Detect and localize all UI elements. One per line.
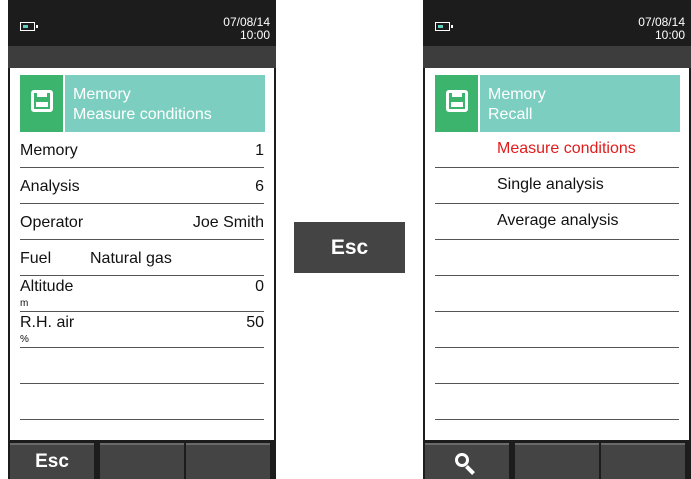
title-band [8, 46, 276, 68]
row-label: Operator [20, 214, 84, 231]
header-icon-box [435, 75, 480, 132]
function-keys [423, 440, 691, 479]
function-key-3[interactable] [186, 443, 270, 479]
row-rh-air: R.H. air % 50 [20, 312, 264, 348]
esc-label: Esc [35, 451, 69, 472]
battery-icon [20, 22, 38, 31]
row-label: Analysis [20, 178, 80, 195]
row-empty [20, 384, 264, 420]
screen: Memory Measure conditions Memory 1 Analy… [10, 68, 274, 440]
header-line-2: Measure conditions [73, 106, 212, 123]
row-empty [435, 348, 679, 384]
function-key-2[interactable] [515, 443, 599, 479]
screen: Memory Recall Measure conditions Single … [425, 68, 689, 440]
floppy-disk-icon [446, 90, 468, 112]
datetime: 07/08/14 10:00 [638, 16, 685, 42]
row-label: Fuel [20, 250, 52, 267]
floppy-disk-icon [31, 90, 53, 112]
menu-item-label: Measure conditions [497, 140, 636, 157]
row-unit: m [20, 298, 29, 309]
info-list: Memory 1 Analysis 6 Operator Joe Smith F… [20, 132, 264, 456]
menu-item-label: Single analysis [497, 176, 604, 193]
row-altitude: Altitude m 0 [20, 276, 264, 312]
esc-key[interactable]: Esc [294, 222, 405, 273]
battery-icon [435, 22, 453, 31]
magnifier-handle [465, 465, 475, 475]
device-right: 07/08/14 10:00 Memory Recall Measure con… [423, 0, 691, 479]
header-line-1: Memory [73, 86, 131, 103]
esc-button[interactable]: Esc [10, 443, 94, 479]
row-empty [435, 276, 679, 312]
row-value: Natural gas [90, 250, 172, 267]
function-key-3[interactable] [601, 443, 685, 479]
row-value: 0 [255, 278, 264, 295]
row-label: Memory [20, 142, 78, 159]
row-memory: Memory 1 [20, 132, 264, 168]
row-empty [20, 348, 264, 384]
recall-menu: Measure conditions Single analysis Avera… [435, 132, 679, 456]
row-empty [435, 312, 679, 348]
row-label: R.H. air [20, 314, 75, 331]
row-operator: Operator Joe Smith [20, 204, 264, 240]
status-bar: 07/08/14 10:00 [8, 0, 276, 46]
row-value: 6 [255, 178, 264, 195]
datetime: 07/08/14 10:00 [223, 16, 270, 42]
function-key-2[interactable] [100, 443, 184, 479]
device-left: 07/08/14 10:00 Memory Measure conditions… [8, 0, 276, 479]
menu-header: Memory Recall [435, 75, 680, 132]
row-empty [435, 240, 679, 276]
menu-item-average-analysis[interactable]: Average analysis [435, 204, 679, 240]
header-icon-box [20, 75, 65, 132]
header-line-2: Recall [488, 106, 533, 123]
header-title: Memory Recall [488, 85, 546, 125]
time: 10:00 [239, 28, 270, 42]
row-analysis: Analysis 6 [20, 168, 264, 204]
row-value: Joe Smith [192, 214, 264, 231]
row-unit: % [20, 334, 29, 345]
menu-item-measure-conditions[interactable]: Measure conditions [435, 132, 679, 168]
row-value: 50 [246, 314, 264, 331]
row-label: Altitude [20, 278, 74, 295]
menu-header: Memory Measure conditions [20, 75, 265, 132]
search-button[interactable] [425, 443, 509, 479]
row-empty [435, 384, 679, 420]
row-value: 1 [255, 142, 264, 159]
menu-item-single-analysis[interactable]: Single analysis [435, 168, 679, 204]
function-keys: Esc [8, 440, 276, 479]
header-title: Memory Measure conditions [73, 85, 212, 125]
row-fuel: Fuel Natural gas [20, 240, 264, 276]
status-bar: 07/08/14 10:00 [423, 0, 691, 46]
menu-item-label: Average analysis [497, 212, 619, 229]
title-band [423, 46, 691, 68]
time: 10:00 [654, 28, 685, 42]
header-line-1: Memory [488, 86, 546, 103]
